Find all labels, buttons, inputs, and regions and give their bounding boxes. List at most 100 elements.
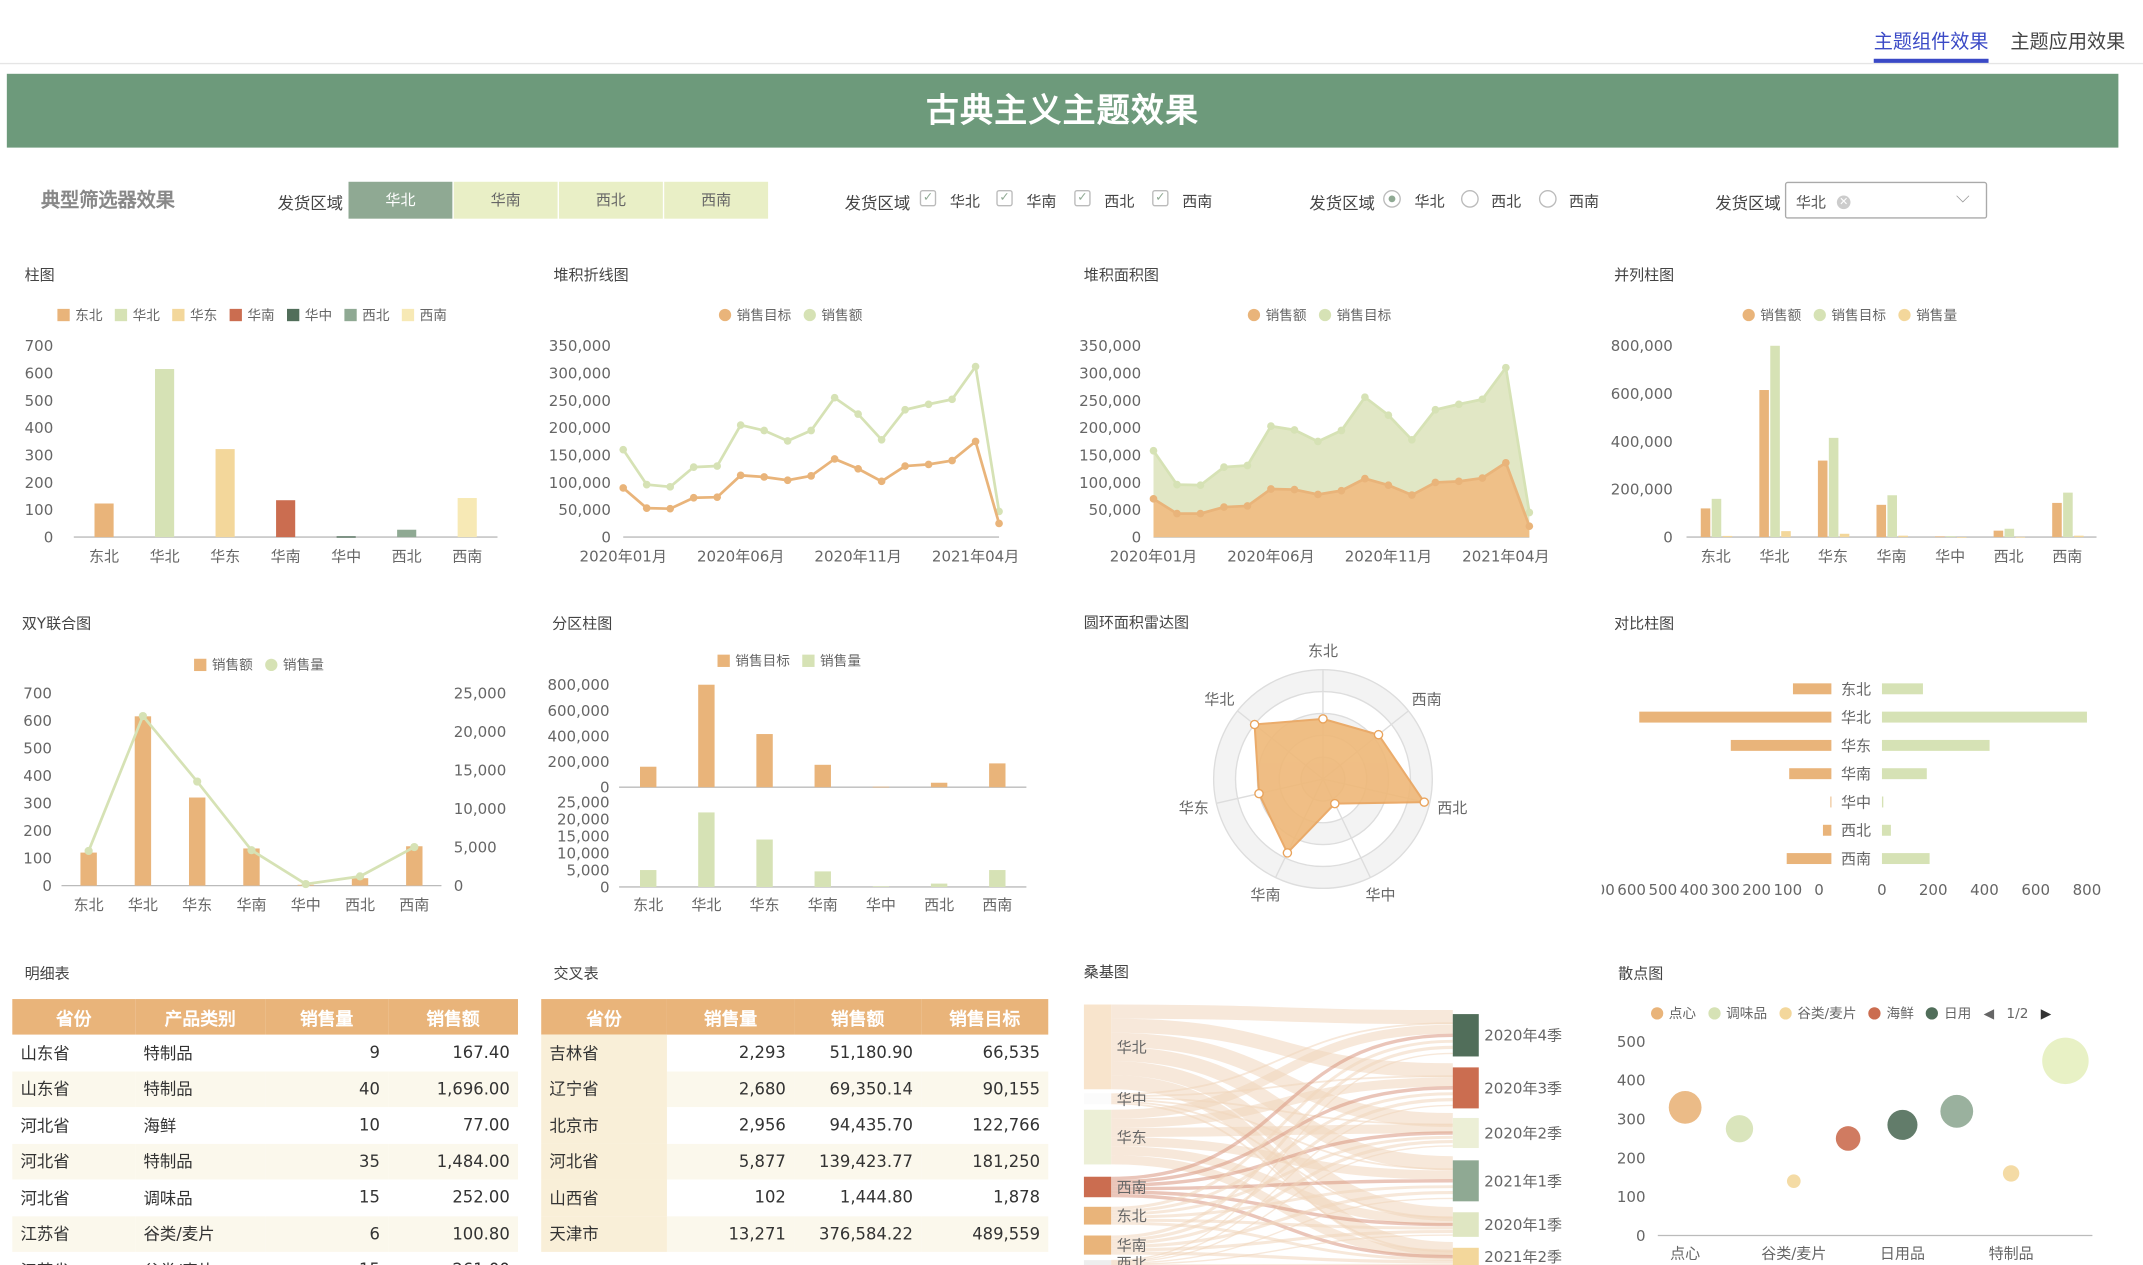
- bar: [1759, 390, 1769, 538]
- data-point: [901, 405, 909, 414]
- segment-huanan[interactable]: 华南: [453, 181, 558, 219]
- bar: [1770, 345, 1780, 538]
- y-tick-label: 25,000: [557, 794, 610, 812]
- checkbox-huabei[interactable]: ✓: [919, 189, 937, 207]
- y-tick-label: 100: [1617, 1188, 1646, 1206]
- y-tick-label: 0: [600, 878, 610, 896]
- right-bar: [1881, 853, 1930, 865]
- bar: [188, 797, 206, 886]
- bar: [1956, 537, 1967, 538]
- col-header[interactable]: 销售目标: [921, 999, 1049, 1035]
- table-row[interactable]: 吉林省 2,293 51,180.90 66,535: [541, 1034, 1048, 1071]
- data-point: [1502, 458, 1510, 467]
- legend-next-icon[interactable]: ▶: [2041, 1007, 2052, 1022]
- scatter-point: [2042, 1037, 2089, 1085]
- bar: [989, 763, 1006, 788]
- table-row[interactable]: 山东省 特制品 9 167.40: [12, 1035, 518, 1071]
- x-tick-label: 200: [1919, 881, 1948, 899]
- table-row[interactable]: 辽宁省 2,680 69,350.14 90,155: [541, 1070, 1049, 1108]
- bar: [1722, 535, 1733, 538]
- table-cell: 9: [369, 1043, 380, 1063]
- sankey-node: [1452, 1067, 1479, 1109]
- table-row[interactable]: 天津市 13,271 376,584.22 489,559: [541, 1215, 1049, 1252]
- data-point: [971, 362, 980, 371]
- category-label: 西北: [1841, 822, 1871, 840]
- radar-label: 西南: [1412, 690, 1442, 708]
- data-point: [1337, 426, 1346, 435]
- data-point: [830, 393, 839, 402]
- table-cell: 江苏省: [12, 1252, 135, 1265]
- radio-xinan[interactable]: [1538, 189, 1557, 208]
- segment-xinan[interactable]: 西南: [664, 181, 769, 219]
- checkbox-xibei[interactable]: ✓: [1074, 189, 1091, 207]
- panel-title: 分区柱图: [552, 615, 613, 633]
- table-row[interactable]: 河北省 调味品 15 252.00: [12, 1179, 518, 1215]
- x-tick-label: 华中: [866, 896, 896, 914]
- data-point: [783, 476, 792, 485]
- scatter-point: [1725, 1115, 1754, 1143]
- data-point: [301, 879, 310, 889]
- radio-xibei[interactable]: [1461, 189, 1479, 208]
- category-label: 华南: [1841, 765, 1871, 783]
- x-tick-label: 2021年04月: [932, 548, 1019, 566]
- col-header[interactable]: 产品类别: [135, 999, 266, 1035]
- table-cell: 北京市: [541, 1107, 667, 1144]
- sankey-node: [1083, 1093, 1112, 1105]
- y-tick-label: 20,000: [454, 723, 507, 741]
- col-header[interactable]: 销售量: [666, 999, 795, 1035]
- radar-point: [1373, 729, 1384, 740]
- x-tick-label: 400: [1680, 881, 1709, 899]
- tab-application-effect[interactable]: 主题应用效果: [2010, 27, 2125, 54]
- bar: [1711, 498, 1722, 538]
- col-header[interactable]: 销售额: [794, 999, 922, 1035]
- x-tick-label: 华南: [1876, 548, 1906, 566]
- bar: [872, 886, 890, 887]
- table-row[interactable]: 河北省 5,877 139,423.77 181,250: [541, 1143, 1049, 1180]
- table-row[interactable]: 河北省 海鲜 10 77.00: [12, 1107, 518, 1143]
- table-row[interactable]: 江苏省谷类/麦片15261.00: [12, 1252, 518, 1265]
- col-header[interactable]: 省份: [541, 999, 667, 1035]
- category-label: 华北: [1841, 709, 1871, 727]
- table-row[interactable]: 江苏省 谷类/麦片 6 100.80: [12, 1215, 518, 1252]
- segment-xibei[interactable]: 西北: [558, 181, 663, 219]
- table-row[interactable]: 山东省 特制品 40 1,696.00: [12, 1070, 518, 1108]
- data-point: [193, 777, 202, 786]
- x-tick-label: 500: [1649, 881, 1678, 899]
- col-header[interactable]: 销售量: [265, 999, 389, 1035]
- region-select[interactable]: 华北 ✕ ⌵: [1784, 181, 1988, 219]
- legend-prev-icon[interactable]: ◀: [1984, 1007, 1995, 1022]
- col-header[interactable]: 销售额: [388, 999, 518, 1035]
- x-tick-label: 东北: [89, 548, 119, 566]
- table-row[interactable]: 北京市 2,956 94,435.70 122,766: [541, 1107, 1048, 1144]
- y-tick-label: 15,000: [454, 761, 507, 779]
- checkbox-huanan[interactable]: ✓: [996, 189, 1013, 207]
- data-point: [1478, 395, 1487, 404]
- table-cell: 山西省: [541, 1179, 667, 1216]
- tab-component-effect[interactable]: 主题组件效果: [1873, 27, 1989, 63]
- scatter-legend: 点心 调味品 谷类/麦片 海鲜 日用 ◀ 1/2 ▶: [1650, 1002, 2064, 1022]
- x-tick-label: 华东: [1818, 548, 1848, 566]
- scatter-point: [2002, 1165, 2020, 1182]
- segment-huabei[interactable]: 华北: [348, 181, 453, 219]
- col-header[interactable]: 省份: [12, 999, 136, 1035]
- bar: [930, 883, 948, 887]
- table-cell: 5,877: [666, 1143, 795, 1180]
- x-tick-label: 华中: [1935, 548, 1965, 566]
- checkbox-xinan[interactable]: ✓: [1152, 189, 1169, 207]
- data-point: [1173, 480, 1181, 489]
- data-point: [807, 426, 815, 435]
- clear-icon[interactable]: ✕: [1836, 195, 1851, 210]
- chevron-down-icon[interactable]: ⌵: [1956, 187, 1969, 208]
- panel-title: 柱图: [24, 266, 55, 285]
- radio-huabei[interactable]: [1383, 189, 1401, 208]
- y-tick-label: 400: [25, 419, 54, 437]
- x-tick-label: 2020年01月: [1110, 548, 1197, 566]
- radar-label: 华东: [1179, 799, 1209, 817]
- table-cell: 河北省: [20, 1116, 70, 1136]
- table-row[interactable]: 山西省 102 1,444.80 1,878: [541, 1179, 1048, 1216]
- x-tick-label: 400: [1970, 881, 1999, 899]
- table-row[interactable]: 河北省 特制品 35 1,484.00: [12, 1143, 518, 1180]
- bar: [1828, 437, 1839, 538]
- table-cell: 河北省: [20, 1188, 70, 1208]
- page-banner-title: 古典主义主题效果: [6, 73, 2119, 148]
